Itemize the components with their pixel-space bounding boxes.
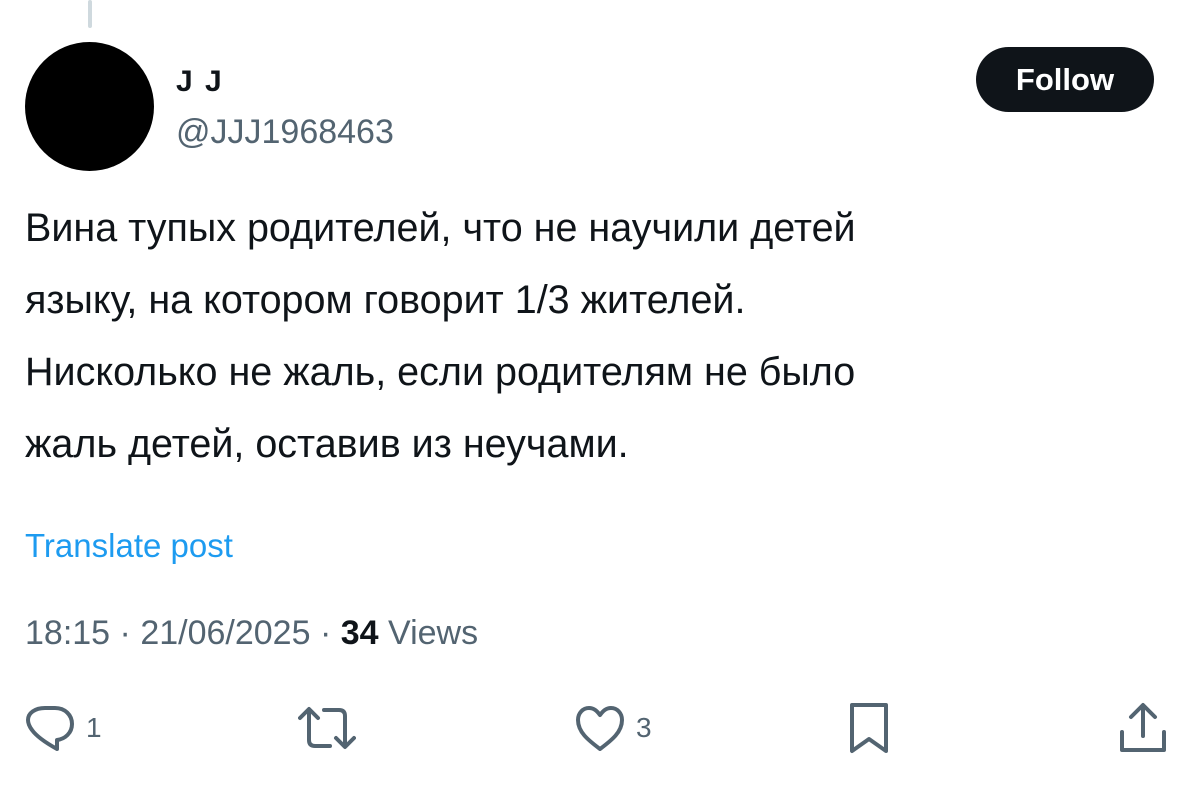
meta-separator: · [119, 614, 131, 652]
views-count: 34 [340, 614, 379, 652]
share-button[interactable] [1118, 700, 1168, 756]
post-text: Вина тупых родителей, что не научили дет… [25, 192, 1145, 480]
post-text-line: жаль детей, оставив из неучами. [25, 422, 629, 466]
reply-button[interactable]: 1 [24, 700, 102, 756]
author-display-name[interactable]: J J [176, 64, 224, 100]
post-metadata: 18:15 · 21/06/2025 · 34 Views [25, 613, 478, 653]
like-icon [576, 706, 624, 751]
action-bar: 1 3 [0, 700, 1200, 760]
post-text-line: языку, на котором говорит 1/3 жителей. [25, 278, 746, 322]
post-text-line: Нисколько не жаль, если родителям не был… [25, 350, 856, 394]
like-count: 3 [636, 712, 652, 743]
translate-post-link[interactable]: Translate post [25, 526, 233, 566]
views-label: Views [388, 614, 479, 652]
meta-separator: · [319, 614, 332, 652]
like-button[interactable]: 3 [574, 700, 652, 756]
post-date[interactable]: 21/06/2025 [140, 614, 310, 652]
bookmark-icon [850, 703, 888, 753]
thread-connector-line [88, 0, 92, 28]
follow-button[interactable]: Follow [976, 47, 1154, 112]
reply-icon [26, 706, 74, 751]
bookmark-button[interactable] [847, 700, 891, 756]
reply-count: 1 [86, 712, 102, 743]
repost-icon [298, 707, 356, 749]
avatar[interactable] [25, 42, 154, 171]
post-text-line: Вина тупых родителей, что не научили дет… [25, 206, 856, 250]
author-handle[interactable]: @JJJ1968463 [176, 112, 394, 152]
share-icon [1120, 703, 1166, 752]
post-time[interactable]: 18:15 [25, 614, 110, 652]
repost-button[interactable] [298, 700, 356, 756]
